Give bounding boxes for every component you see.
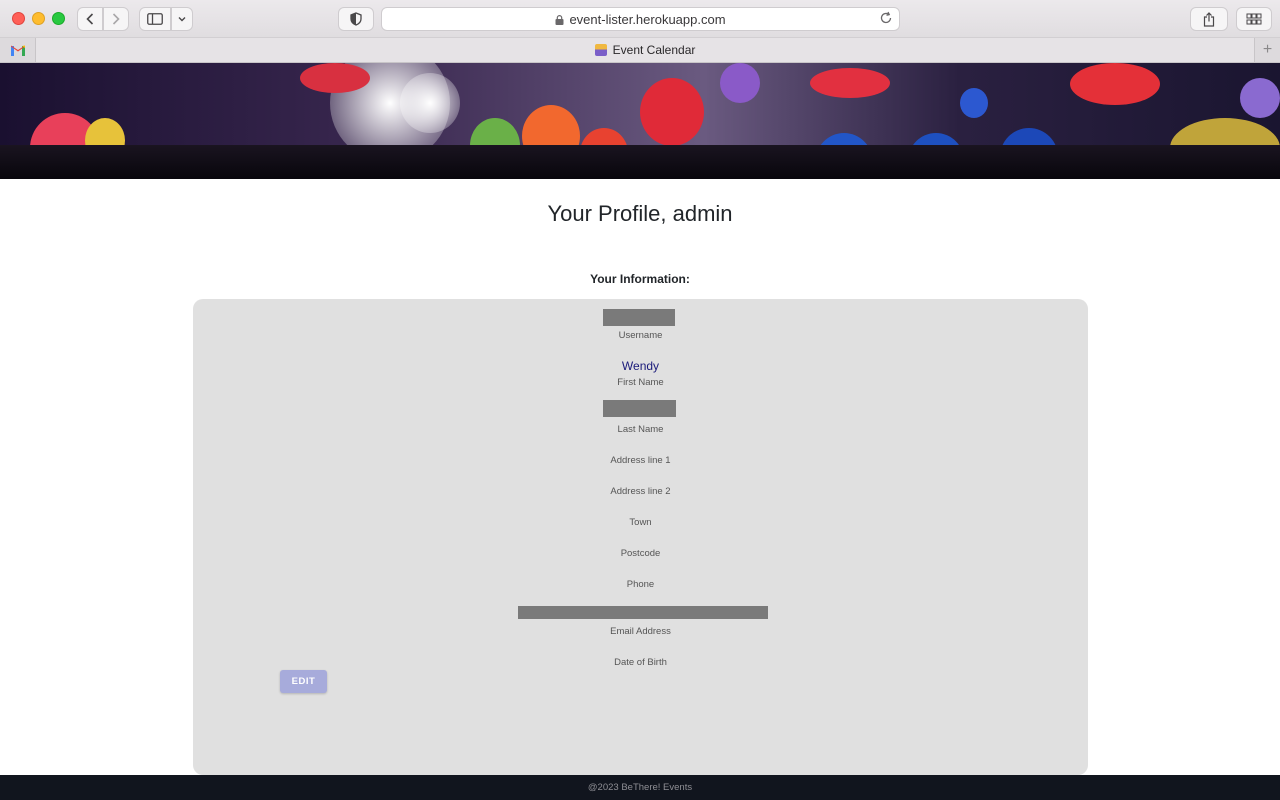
balloon [300,63,370,93]
hero-banner-image [0,63,1280,179]
town-label: Town [629,517,652,528]
balloon [960,88,988,118]
lock-icon [555,15,564,25]
tab-title: Event Calendar [612,43,696,57]
profile-info-card: Username Wendy First Name Last Name Addr… [193,299,1088,775]
crowd-silhouette [0,145,1280,179]
footer: @2023 BeThere! Events [0,775,1280,800]
balloon [1070,63,1160,105]
url-text: event-lister.herokuapp.com [569,11,726,27]
privacy-report-button[interactable] [338,7,374,31]
close-window-button[interactable] [12,12,25,25]
balloon [1240,78,1280,118]
browser-toolbar: event-lister.herokuapp.com [0,0,1280,38]
phone-label: Phone [626,579,655,590]
postcode-label: Postcode [620,548,661,559]
tab-overview-icon [1246,13,1262,25]
info-heading: Your Information: [590,272,690,286]
address-line-1-label: Address line 1 [610,455,671,466]
first-name-value: Wendy [621,359,660,373]
first-name-label: First Name [617,377,664,388]
address-bar[interactable]: event-lister.herokuapp.com [381,7,900,31]
favicon-icon [594,44,607,56]
gmail-icon [10,45,25,56]
tab-overview-button[interactable] [1236,7,1272,31]
username-label: Username [618,330,663,341]
balloon [640,78,704,146]
email-label: Email Address [610,626,671,637]
tab-bar: Event Calendar + [0,38,1280,63]
address-line-2-label: Address line 2 [610,486,671,497]
email-value-redacted [518,606,768,619]
minimize-window-button[interactable] [32,12,45,25]
tab-event-calendar[interactable]: Event Calendar [36,38,1254,62]
date-of-birth-label: Date of Birth [614,657,667,668]
reload-icon [880,11,892,24]
sidebar-icon [147,13,163,25]
page-title: Your Profile, admin [547,201,733,226]
plus-icon: + [1262,41,1273,58]
reload-button[interactable] [879,11,893,28]
last-name-label: Last Name [617,424,664,435]
username-value-redacted [603,309,675,326]
back-button[interactable] [77,7,103,31]
stage-light [400,73,460,133]
chevron-right-icon [112,13,120,25]
sidebar-toggle-button[interactable] [139,7,171,31]
balloon [810,68,890,98]
sidebar-menu-button[interactable] [171,7,193,31]
share-button[interactable] [1190,7,1228,31]
balloon [720,63,760,103]
edit-profile-button[interactable]: EDIT [280,670,327,693]
shield-icon [350,12,362,26]
chevron-left-icon [86,13,94,25]
forward-button[interactable] [103,7,129,31]
last-name-value-redacted [603,400,676,417]
footer-copyright: @2023 BeThere! Events [587,782,693,793]
pinned-tab-gmail[interactable] [0,38,36,62]
maximize-window-button[interactable] [52,12,65,25]
new-tab-button[interactable]: + [1254,38,1280,62]
chevron-down-icon [178,17,186,22]
share-icon [1203,11,1215,27]
